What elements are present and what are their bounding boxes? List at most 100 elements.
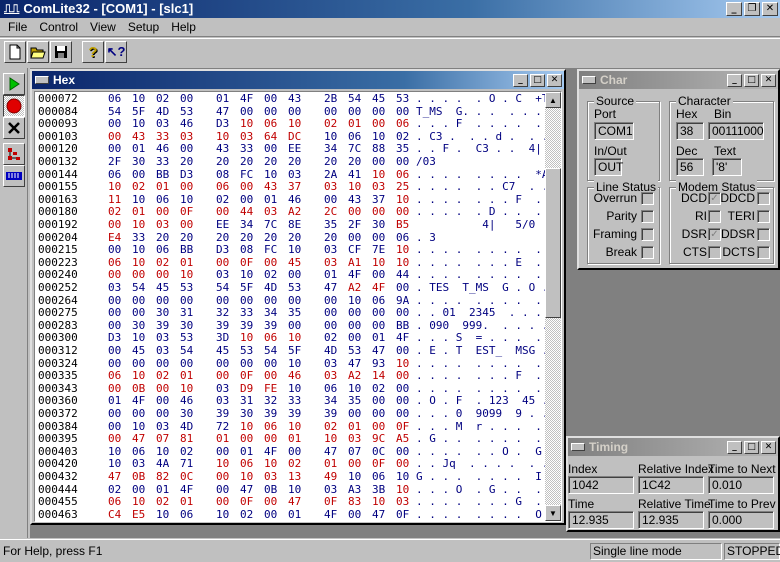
hex-byte[interactable]: 01 (240, 446, 258, 458)
hex-byte[interactable]: 20 (216, 156, 234, 168)
new-button[interactable] (4, 41, 26, 63)
hex-byte[interactable]: 02 (324, 332, 342, 344)
hex-byte[interactable]: 10 (132, 219, 150, 231)
hex-byte[interactable]: 81 (180, 433, 198, 445)
hex-byte[interactable]: 00 (240, 295, 258, 307)
hex-byte[interactable]: 01 (348, 421, 366, 433)
hex-byte[interactable]: 35 (288, 307, 306, 319)
hex-byte[interactable]: 00 (108, 383, 126, 395)
hex-byte[interactable]: 00 (348, 307, 366, 319)
hex-byte[interactable]: 9A (396, 295, 414, 307)
hex-byte[interactable]: 01 (180, 257, 198, 269)
hex-byte[interactable]: 00 (348, 232, 366, 244)
hex-byte[interactable]: 20 (324, 156, 342, 168)
hex-byte[interactable]: 2B (324, 93, 342, 105)
hex-byte[interactable]: 06 (396, 232, 414, 244)
hex-byte[interactable]: 03 (156, 219, 174, 231)
hex-byte[interactable]: 34 (240, 219, 258, 231)
hex-byte[interactable]: 30 (132, 156, 150, 168)
line-status-break-checkbox[interactable] (641, 246, 654, 259)
hex-byte[interactable]: 06 (264, 421, 282, 433)
timing-window-title-bar[interactable]: Timing _ □ ✕ (568, 438, 778, 456)
hex-byte[interactable]: 00 (288, 106, 306, 118)
hex-byte[interactable]: 02 (372, 383, 390, 395)
hex-byte[interactable]: 0F (396, 421, 414, 433)
hex-byte[interactable]: 11 (108, 194, 126, 206)
hex-byte[interactable]: 03 (216, 383, 234, 395)
hex-byte[interactable]: 72 (216, 421, 234, 433)
hex-byte[interactable]: 00 (156, 295, 174, 307)
hex-byte[interactable]: 0F (240, 257, 258, 269)
hex-byte[interactable]: 10 (180, 383, 198, 395)
hex-byte[interactable]: 00 (180, 219, 198, 231)
hex-byte[interactable]: 43 (264, 181, 282, 193)
hex-byte[interactable]: 10 (396, 194, 414, 206)
window-menu-icon[interactable] (571, 443, 585, 451)
hex-byte[interactable]: 0F (240, 370, 258, 382)
hex-byte[interactable]: 8E (288, 219, 306, 231)
hex-byte[interactable]: 00 (396, 156, 414, 168)
hex-byte[interactable]: 00 (180, 358, 198, 370)
hex-byte[interactable]: 00 (264, 496, 282, 508)
hex-byte[interactable]: 10 (180, 269, 198, 281)
hex-byte[interactable]: 45 (288, 257, 306, 269)
modem-dsr-checkbox[interactable]: ✓ (708, 228, 721, 241)
hex-byte[interactable]: 00 (324, 106, 342, 118)
hex-byte[interactable]: 35 (348, 395, 366, 407)
hex-byte[interactable]: 00 (396, 446, 414, 458)
hex-byte[interactable]: 00 (240, 358, 258, 370)
hex-byte[interactable]: 20 (180, 232, 198, 244)
hex-byte[interactable]: 00 (264, 143, 282, 155)
hex-byte[interactable]: 54 (264, 345, 282, 357)
hex-byte[interactable]: D9 (240, 383, 258, 395)
hex-byte[interactable]: FC (240, 169, 258, 181)
hex-byte[interactable]: 10 (264, 458, 282, 470)
hex-byte[interactable]: 10 (288, 244, 306, 256)
hex-byte[interactable]: 00 (108, 131, 126, 143)
hex-byte[interactable]: 7C (348, 143, 366, 155)
hex-byte[interactable]: 02 (180, 446, 198, 458)
hex-byte[interactable]: 00 (348, 458, 366, 470)
hex-byte[interactable]: 7C (264, 219, 282, 231)
hex-byte[interactable]: 10 (396, 471, 414, 483)
hex-byte[interactable]: 47 (372, 509, 390, 521)
hex-byte[interactable]: 20 (240, 232, 258, 244)
hex-dump-view[interactable]: 000072 06 10 02 00 01 4F 00 43 2B 54 45 53. . . . . … (34, 91, 562, 522)
hex-byte[interactable]: 20 (264, 156, 282, 168)
hex-byte[interactable]: 03 (240, 131, 258, 143)
hex-byte[interactable]: 03 (324, 181, 342, 193)
hex-byte[interactable]: 53 (180, 282, 198, 294)
hex-byte[interactable]: 43 (348, 194, 366, 206)
hex-byte[interactable]: 01 (372, 332, 390, 344)
hex-byte[interactable]: 00 (288, 320, 306, 332)
hex-byte[interactable]: 20 (348, 156, 366, 168)
hex-byte[interactable]: 02 (108, 206, 126, 218)
hex-byte[interactable]: 00 (264, 106, 282, 118)
hex-byte[interactable]: 10 (108, 458, 126, 470)
hex-byte[interactable]: 30 (180, 408, 198, 420)
hex-byte[interactable]: 03 (372, 181, 390, 193)
hex-byte[interactable]: 54 (348, 93, 366, 105)
hex-byte[interactable]: 10 (132, 370, 150, 382)
hex-byte[interactable]: 4D (156, 106, 174, 118)
hex-byte[interactable]: 02 (396, 131, 414, 143)
hex-byte[interactable]: DC (288, 131, 306, 143)
hex-byte[interactable]: 45 (132, 345, 150, 357)
line-status-framing-checkbox[interactable] (641, 228, 654, 241)
hex-byte[interactable]: 00 (372, 421, 390, 433)
hex-byte[interactable]: 54 (180, 345, 198, 357)
hex-byte[interactable]: 00 (348, 206, 366, 218)
hex-byte[interactable]: 39 (216, 320, 234, 332)
hex-byte[interactable]: BB (180, 244, 198, 256)
hex-byte[interactable]: 10 (132, 421, 150, 433)
hex-byte[interactable]: 00 (240, 181, 258, 193)
hex-byte[interactable]: 03 (264, 206, 282, 218)
hex-byte[interactable]: 00 (288, 446, 306, 458)
hex-byte[interactable]: 00 (180, 295, 198, 307)
hex-byte[interactable]: 43 (288, 93, 306, 105)
hex-byte[interactable]: 10 (132, 244, 150, 256)
hex-byte[interactable]: 35 (324, 219, 342, 231)
hex-byte[interactable]: 4F (264, 446, 282, 458)
hex-byte[interactable]: 5F (288, 345, 306, 357)
hex-byte[interactable]: 20 (156, 232, 174, 244)
